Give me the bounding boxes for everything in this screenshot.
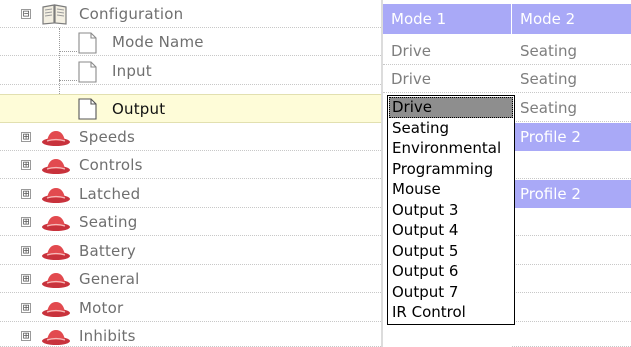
tree-item-mode-name[interactable]: Mode Name [0, 28, 381, 56]
tree-item-label: Inhibits [79, 327, 136, 345]
document-icon [78, 32, 97, 54]
expand-icon[interactable]: ⊞ [21, 273, 31, 284]
tree-item-label: Speeds [79, 128, 136, 146]
cell-mode-name-mode2[interactable]: Seating [512, 37, 631, 65]
expand-icon[interactable]: ⊞ [21, 216, 31, 227]
cell-speeds-profile2[interactable]: Profile 2 [512, 123, 631, 151]
cell-motor-mode2[interactable] [512, 294, 631, 322]
tree-item-output[interactable]: Output [0, 94, 381, 123]
tree-item-configuration[interactable]: ⊟ Configuration [0, 0, 381, 28]
dropdown-option-output-5[interactable]: Output 5 [389, 241, 513, 262]
expand-icon[interactable]: ⊞ [21, 245, 31, 256]
tree-item-battery[interactable]: ⊞ Battery [0, 237, 381, 265]
cell-input-mode2[interactable]: Seating [512, 65, 631, 93]
red-hat-icon [42, 273, 70, 288]
tree-item-input[interactable]: Input [0, 57, 381, 85]
red-hat-icon [42, 131, 70, 146]
red-hat-icon [42, 330, 70, 345]
cell-input-mode1[interactable]: Drive [383, 65, 511, 93]
cell-general-mode2[interactable] [512, 265, 631, 293]
cell-inhibits-mode2[interactable] [512, 322, 631, 347]
tree-item-label: Mode Name [112, 33, 204, 51]
tree-item-label: Configuration [79, 5, 184, 23]
document-icon [78, 61, 97, 83]
red-hat-icon [42, 159, 70, 174]
dropdown-option-ir-control[interactable]: IR Control [389, 302, 513, 323]
column-header-mode2[interactable]: Mode 2 [512, 4, 631, 34]
red-hat-icon [42, 245, 70, 260]
expand-icon[interactable]: ⊞ [21, 131, 31, 142]
tree-item-label: Latched [79, 185, 141, 203]
tree-item-label: Battery [79, 242, 136, 260]
document-icon [78, 98, 97, 120]
dropdown-option-programming[interactable]: Programming [389, 159, 513, 180]
dropdown-option-environmental[interactable]: Environmental [389, 138, 513, 159]
tree-item-motor[interactable]: ⊞ Motor [0, 294, 381, 322]
red-hat-icon [42, 216, 70, 231]
collapse-icon[interactable]: ⊟ [21, 8, 31, 19]
tree-item-controls[interactable]: ⊞ Controls [0, 151, 381, 179]
column-header-mode1[interactable]: Mode 1 [383, 4, 511, 34]
tree-item-label: Motor [79, 299, 124, 317]
dropdown-option-output-4[interactable]: Output 4 [389, 220, 513, 241]
tree-item-label: Controls [79, 156, 143, 174]
tree-item-general[interactable]: ⊞ General [0, 265, 381, 293]
tree-item-label: Output [112, 100, 166, 118]
tree-item-speeds[interactable]: ⊞ Speeds [0, 123, 381, 151]
tree-item-latched[interactable]: ⊞ Latched [0, 180, 381, 208]
dropdown-option-seating[interactable]: Seating [389, 118, 513, 139]
tree-item-label: Seating [79, 213, 138, 231]
red-hat-icon [42, 188, 70, 203]
expand-icon[interactable]: ⊞ [21, 302, 31, 313]
output-dropdown-list[interactable]: Drive Seating Environmental Programming … [387, 95, 515, 325]
dropdown-option-output-6[interactable]: Output 6 [389, 261, 513, 282]
cell-mode-name-mode1[interactable]: Drive [383, 37, 511, 65]
config-tree: ⊟ Configuration Mode Name Input Output ⊞… [0, 0, 381, 347]
cell-seating-mode2[interactable] [512, 208, 631, 236]
tree-item-label: Input [112, 62, 152, 80]
cell-latched-profile2[interactable]: Profile 2 [512, 180, 631, 208]
tree-item-seating[interactable]: ⊞ Seating [0, 208, 381, 236]
dropdown-option-output-3[interactable]: Output 3 [389, 200, 513, 221]
expand-icon[interactable]: ⊞ [21, 159, 31, 170]
red-hat-icon [42, 302, 70, 317]
tree-item-inhibits[interactable]: ⊞ Inhibits [0, 322, 381, 347]
cell-controls-mode2[interactable] [512, 151, 631, 179]
expand-icon[interactable]: ⊞ [21, 188, 31, 199]
cell-output-mode2[interactable]: Seating [512, 94, 631, 122]
cell-battery-mode2[interactable] [512, 237, 631, 265]
dropdown-option-drive[interactable]: Drive [389, 97, 513, 118]
dropdown-option-output-7[interactable]: Output 7 [389, 282, 513, 303]
expand-icon[interactable]: ⊞ [21, 330, 31, 341]
dropdown-option-mouse[interactable]: Mouse [389, 179, 513, 200]
tree-item-label: General [79, 270, 140, 288]
open-book-icon [42, 4, 67, 25]
